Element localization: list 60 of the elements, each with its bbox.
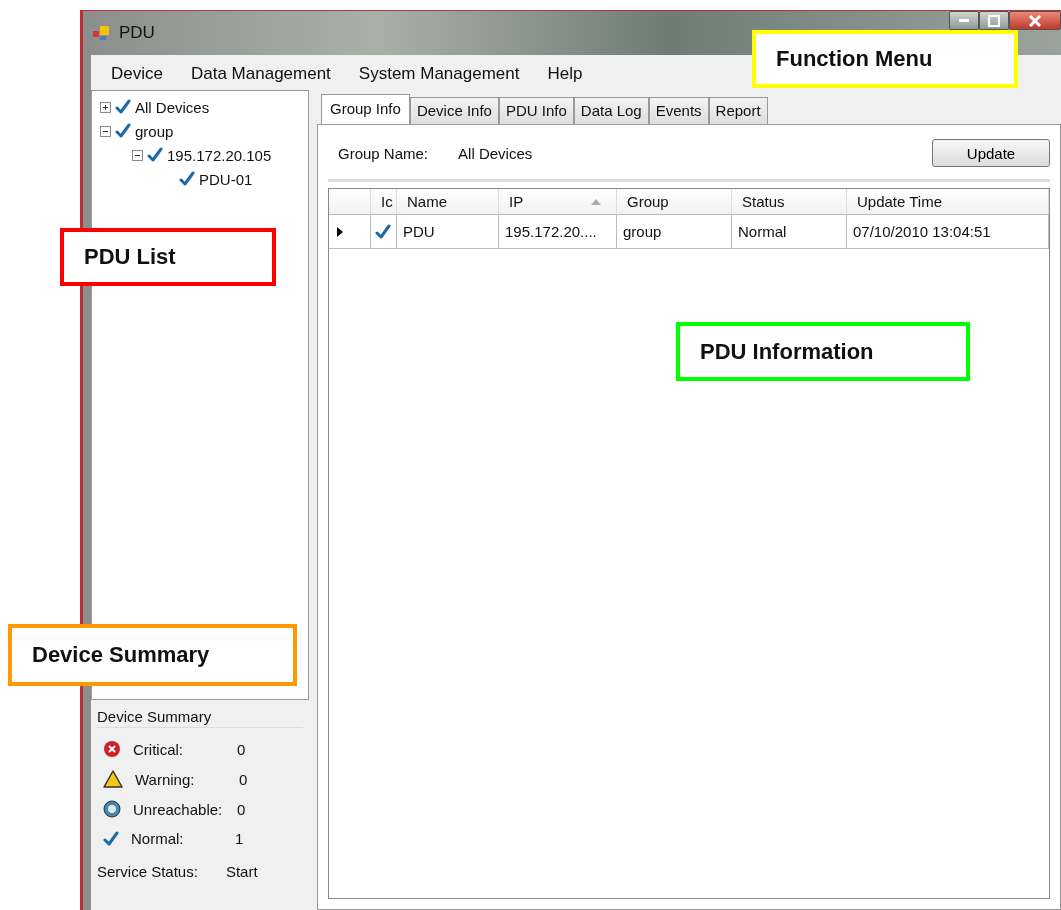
summary-count: 0 <box>237 740 246 758</box>
tree-item[interactable]: All Devices <box>135 98 210 116</box>
tree-item[interactable]: PDU-01 <box>199 170 253 188</box>
column-header[interactable]: Ic <box>371 189 397 215</box>
error-icon <box>103 740 121 758</box>
table-cell: PDU <box>403 223 435 240</box>
summary-count: 0 <box>237 800 246 818</box>
summary-label: Unreachable: <box>133 800 224 818</box>
menu-item[interactable]: Help <box>547 64 583 84</box>
group-title: Device Summary <box>97 708 212 725</box>
app-icon <box>93 25 111 41</box>
callout-label: Device Summary <box>8 624 297 686</box>
tab[interactable]: Device Info <box>409 97 499 125</box>
column-header[interactable]: Group <box>617 189 732 215</box>
minimize-icon <box>958 19 970 22</box>
tab[interactable]: PDU Info <box>498 97 574 125</box>
group-name-label: Group Name: <box>338 144 429 162</box>
group-name-value: All Devices <box>458 144 533 162</box>
table-cell: group <box>623 223 662 240</box>
column-header[interactable]: Name <box>397 189 499 215</box>
callout-label: PDU List <box>60 228 276 286</box>
tab[interactable]: Data Log <box>573 97 649 125</box>
check-icon <box>103 830 119 847</box>
close-button[interactable] <box>1009 11 1061 30</box>
close-icon <box>1028 14 1042 27</box>
window-title: PDU <box>119 23 155 43</box>
table-cell: Normal <box>738 223 787 240</box>
update-button[interactable]: Update <box>932 139 1050 167</box>
menu-item[interactable]: Data Management <box>190 64 331 84</box>
table-cell: 195.172.20.... <box>505 223 597 240</box>
tree-item[interactable]: 195.172.20.105 <box>167 146 272 164</box>
callout-label: Function Menu <box>752 30 1018 88</box>
table-cell: 07/10/2010 13:04:51 <box>853 223 991 240</box>
column-header[interactable]: IP <box>499 189 617 215</box>
tab[interactable]: Report <box>708 97 768 125</box>
menu-item[interactable]: System Management <box>358 64 520 84</box>
warning-icon <box>103 770 123 788</box>
column-header[interactable]: Update Time <box>847 189 1049 215</box>
service-status-value: Start <box>225 863 258 880</box>
callout-label: PDU Information <box>676 322 970 381</box>
service-status-label: Service Status: <box>97 863 198 880</box>
row-header[interactable] <box>329 215 371 249</box>
summary-count: 0 <box>239 770 248 788</box>
summary-count: 1 <box>235 830 244 847</box>
tab[interactable]: Group Info <box>321 94 410 125</box>
maximize-button[interactable] <box>979 11 1009 30</box>
tree-item[interactable]: group <box>135 122 174 140</box>
menu-item[interactable]: Device <box>111 64 163 84</box>
summary-label: Critical: <box>133 740 184 758</box>
corner-header <box>329 189 371 215</box>
summary-label: Normal: <box>131 830 185 847</box>
summary-label: Warning: <box>135 770 196 788</box>
collapse-icon[interactable] <box>100 125 111 137</box>
minimize-button[interactable] <box>949 11 979 30</box>
help-icon <box>103 800 121 818</box>
column-header[interactable]: Status <box>732 189 847 215</box>
tab[interactable]: Events <box>648 97 709 125</box>
expand-icon[interactable] <box>100 101 111 113</box>
collapse-icon[interactable] <box>132 149 143 161</box>
maximize-icon <box>988 14 1000 27</box>
